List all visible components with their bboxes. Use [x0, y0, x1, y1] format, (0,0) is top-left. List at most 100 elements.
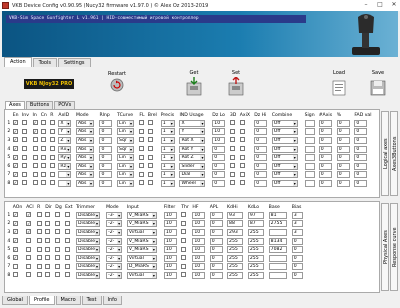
mode-select[interactable]: -3- — [106, 211, 123, 219]
threshold-checkbox[interactable] — [181, 229, 187, 235]
precision-select[interactable]: 1 — [160, 162, 175, 170]
input-select[interactable]: Virtual — [126, 228, 157, 236]
axis-count-field[interactable]: 0 — [318, 145, 332, 153]
brel-checkbox[interactable] — [147, 146, 153, 152]
trimmer-select[interactable]: Disable — [76, 271, 100, 279]
filter-field[interactable]: 10 — [163, 237, 177, 245]
kdlo-field[interactable]: 255 — [247, 254, 264, 262]
restart-button[interactable]: Restart — [103, 71, 131, 94]
axis-id-select[interactable] — [58, 179, 72, 187]
cn-checkbox[interactable] — [40, 154, 46, 160]
filter-field[interactable]: 10 — [163, 228, 177, 236]
filter-field[interactable]: 10 — [163, 246, 177, 254]
input-select[interactable]: V_MiaRS — [126, 246, 157, 254]
combine-select[interactable]: Off — [271, 119, 298, 127]
axix-checkbox[interactable] — [239, 128, 245, 134]
in-checkbox[interactable] — [32, 137, 38, 143]
threshold-checkbox[interactable] — [181, 220, 187, 226]
threshold-checkbox[interactable] — [181, 246, 187, 252]
tcurve-select[interactable]: Lin — [117, 179, 135, 187]
input-select[interactable]: V_MiaRS — [126, 211, 157, 219]
aon-checkbox[interactable]: ✓ — [12, 238, 18, 244]
brel-checkbox[interactable] — [147, 163, 153, 169]
acl-checkbox[interactable] — [26, 255, 32, 261]
physical-axes-label[interactable]: Physical Axes — [381, 203, 389, 291]
deadzone-low-field[interactable]: 0 — [212, 171, 226, 179]
r-checkbox[interactable] — [50, 128, 56, 134]
bias-field[interactable]: 3 — [291, 211, 303, 219]
dg-checkbox[interactable] — [55, 220, 61, 226]
axis-id-select[interactable]: Z — [58, 136, 72, 144]
filter-field[interactable]: 10 — [163, 263, 177, 271]
trimmer-select[interactable]: Disable — [76, 237, 100, 245]
sign-field[interactable] — [304, 179, 315, 187]
bias-field[interactable]: 0 — [291, 246, 303, 254]
percent-field[interactable]: 0 — [336, 145, 350, 153]
axis-count-field[interactable]: 0 — [318, 136, 332, 144]
dg-checkbox[interactable] — [55, 263, 61, 269]
tab-info[interactable]: Info — [102, 296, 122, 305]
r-checkbox[interactable] — [50, 180, 56, 186]
axis-id-select[interactable]: X — [58, 119, 72, 127]
dg-checkbox[interactable] — [55, 272, 61, 278]
deadzone-high-field[interactable]: 0 — [254, 136, 268, 144]
threshold-checkbox[interactable] — [181, 255, 187, 261]
r-checkbox[interactable] — [37, 229, 43, 235]
acl-checkbox[interactable]: ✓ — [26, 229, 32, 235]
deadzone-high-field[interactable]: 0 — [254, 119, 268, 127]
brel-checkbox[interactable] — [147, 154, 153, 160]
threshold-checkbox[interactable] — [181, 263, 187, 269]
combine-select[interactable]: Off — [271, 128, 298, 136]
enable-checkbox[interactable]: ✓ — [12, 154, 18, 160]
axis-id-select[interactable]: Rx — [58, 145, 72, 153]
load-button[interactable]: Load — [327, 70, 351, 99]
subtab-buttons[interactable]: Buttons — [25, 101, 54, 109]
ext-checkbox[interactable] — [65, 229, 71, 235]
invert-checkbox[interactable] — [21, 180, 27, 186]
r-checkbox[interactable] — [50, 146, 56, 152]
rlnp-field[interactable]: 0 — [99, 154, 113, 162]
r-checkbox[interactable] — [50, 163, 56, 169]
kdhi-field[interactable]: 255 — [227, 263, 244, 271]
enable-checkbox[interactable]: ✓ — [12, 163, 18, 169]
axis-id-select[interactable] — [58, 171, 72, 179]
hf-field[interactable]: 10 — [192, 271, 206, 279]
fl-checkbox[interactable] — [139, 171, 145, 177]
dir-checkbox[interactable] — [45, 229, 51, 235]
r-checkbox[interactable] — [50, 120, 56, 126]
mode-select[interactable]: Abs — [76, 154, 94, 162]
mode-select[interactable]: -2- — [106, 220, 123, 228]
base-field[interactable] — [268, 271, 287, 279]
kdhi-field[interactable]: 88 — [227, 220, 244, 228]
filter-field[interactable]: 10 — [163, 211, 177, 219]
trimmer-select[interactable]: Disable — [76, 246, 100, 254]
axis-id-select[interactable]: Ry — [58, 154, 72, 162]
deadzone-high-field[interactable]: 0 — [254, 154, 268, 162]
hf-field[interactable]: 10 — [192, 263, 206, 271]
cn-checkbox[interactable] — [40, 163, 46, 169]
acl-checkbox[interactable]: ✓ — [26, 220, 32, 226]
mode-select[interactable]: Abs — [76, 119, 94, 127]
invert-checkbox[interactable] — [21, 163, 27, 169]
3d-checkbox[interactable] — [229, 154, 235, 160]
save-button[interactable]: Save — [366, 70, 390, 99]
in-checkbox[interactable]: ✓ — [32, 120, 38, 126]
deadzone-high-field[interactable]: 0 — [254, 171, 268, 179]
kdlo-field[interactable]: 255 — [247, 263, 264, 271]
aon-checkbox[interactable]: ✓ — [12, 246, 18, 252]
in-checkbox[interactable] — [32, 154, 38, 160]
cn-checkbox[interactable] — [40, 180, 46, 186]
base-field[interactable]: 8134 — [268, 237, 287, 245]
rlnp-field[interactable]: 0 — [99, 162, 113, 170]
kdhi-field[interactable]: 255 — [227, 271, 244, 279]
fl-checkbox[interactable] — [139, 154, 145, 160]
deadzone-low-field[interactable]: 0 — [212, 154, 226, 162]
percent-field[interactable]: 0 — [336, 136, 350, 144]
mode-select[interactable]: -2- — [106, 263, 123, 271]
filter-field[interactable]: 10 — [163, 220, 177, 228]
apl-field[interactable]: 0 — [209, 220, 223, 228]
precision-select[interactable]: 1 — [160, 171, 175, 179]
hf-field[interactable]: 10 — [192, 211, 206, 219]
kdhi-field[interactable]: 255 — [227, 237, 244, 245]
kdlo-field[interactable]: 255 — [247, 237, 264, 245]
